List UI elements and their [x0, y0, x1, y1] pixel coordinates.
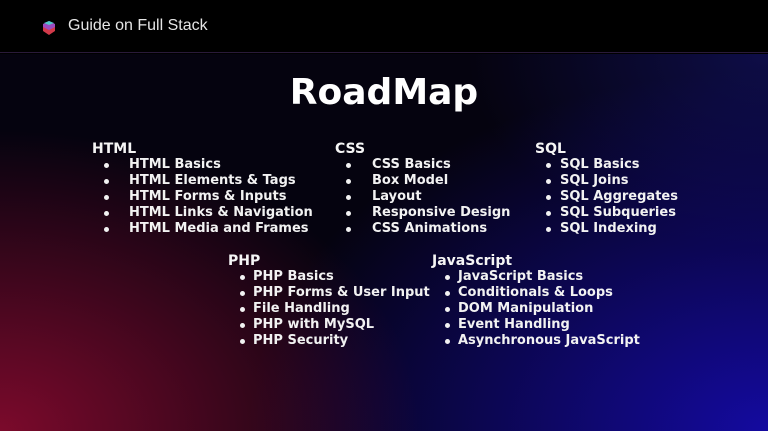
- section-heading: SQL: [535, 141, 566, 157]
- topic-label: Event Handling: [458, 317, 570, 332]
- bullet-icon: [240, 291, 245, 296]
- bullet-icon: [104, 227, 109, 232]
- topic-label: SQL Subqueries: [560, 205, 676, 220]
- section-heading: HTML: [92, 141, 137, 157]
- bullet-icon: [346, 163, 351, 168]
- topic-label: Box Model: [372, 173, 449, 188]
- list-item: SQL Basics: [535, 157, 678, 173]
- list-item: SQL Joins: [535, 173, 678, 189]
- list-item: PHP with MySQL: [228, 317, 430, 333]
- topic-label: File Handling: [253, 301, 350, 316]
- stacked-layers-logo-icon: [43, 21, 55, 35]
- topic-label: PHP Basics: [253, 269, 334, 284]
- list-item: HTML Media and Frames: [92, 221, 313, 237]
- topic-label: HTML Media and Frames: [129, 221, 309, 236]
- topic-label: SQL Indexing: [560, 221, 657, 236]
- bullet-icon: [346, 211, 351, 216]
- list-item: Event Handling: [432, 317, 640, 333]
- list-item: PHP Basics: [228, 269, 430, 285]
- bullet-icon: [104, 179, 109, 184]
- topic-label: CSS Basics: [372, 157, 451, 172]
- roadmap-section-sql: SQL SQL Basics SQL Joins SQL Aggregates SQL …: [535, 141, 678, 237]
- topic-label: Layout: [372, 189, 422, 204]
- list-item: File Handling: [228, 301, 430, 317]
- bullet-icon: [445, 323, 450, 328]
- bullet-icon: [546, 179, 551, 184]
- roadmap-section-html: HTML HTML Basics HTML Elements & Tags HTML …: [92, 141, 313, 237]
- topic-label: DOM Manipulation: [458, 301, 594, 316]
- section-heading: JavaScript: [432, 253, 513, 269]
- bullet-icon: [346, 179, 351, 184]
- bullet-icon: [445, 275, 450, 280]
- list-item: HTML Forms & Inputs: [92, 189, 313, 205]
- bullet-icon: [445, 339, 450, 344]
- roadmap-section-javascript: JavaScript JavaScript Basics Conditionals …: [432, 253, 640, 349]
- list-item: JavaScript Basics: [432, 269, 640, 285]
- topic-label: JavaScript Basics: [458, 269, 584, 284]
- bullet-icon: [104, 195, 109, 200]
- bullet-icon: [240, 339, 245, 344]
- topic-label: SQL Basics: [560, 157, 640, 172]
- bullet-icon: [445, 291, 450, 296]
- topic-label: PHP with MySQL: [253, 317, 375, 332]
- topic-label: Asynchronous JavaScript: [458, 333, 640, 348]
- topic-label: Conditionals & Loops: [458, 285, 613, 300]
- section-heading: PHP: [228, 253, 261, 269]
- section-heading: CSS: [335, 141, 366, 157]
- list-item: PHP Security: [228, 333, 430, 349]
- list-item: SQL Indexing: [535, 221, 678, 237]
- bullet-icon: [240, 323, 245, 328]
- list-item: HTML Links & Navigation: [92, 205, 313, 221]
- topic-label: PHP Forms & User Input: [253, 285, 430, 300]
- topic-label: HTML Basics: [129, 157, 221, 172]
- topic-label: PHP Security: [253, 333, 349, 348]
- list-item: CSS Basics: [335, 157, 510, 173]
- list-item: Responsive Design: [335, 205, 510, 221]
- topic-list: HTML Basics HTML Elements & Tags HTML Form…: [92, 157, 313, 237]
- list-item: HTML Elements & Tags: [92, 173, 313, 189]
- bullet-icon: [240, 307, 245, 312]
- topic-list: CSS Basics Box Model Layout Responsive Desi…: [335, 157, 510, 237]
- topic-label: SQL Aggregates: [560, 189, 678, 204]
- list-item: Layout: [335, 189, 510, 205]
- app-title: Guide on Full Stack: [68, 17, 208, 34]
- bullet-icon: [346, 227, 351, 232]
- topic-list: PHP Basics PHP Forms & User Input File Han…: [228, 269, 430, 349]
- bullet-icon: [546, 195, 551, 200]
- bullet-icon: [240, 275, 245, 280]
- topic-label: HTML Links & Navigation: [129, 205, 313, 220]
- bullet-icon: [104, 211, 109, 216]
- topic-label: HTML Forms & Inputs: [129, 189, 287, 204]
- list-item: DOM Manipulation: [432, 301, 640, 317]
- list-item: SQL Aggregates: [535, 189, 678, 205]
- roadmap-section-php: PHP PHP Basics PHP Forms & User Input File …: [228, 253, 430, 349]
- topic-label: HTML Elements & Tags: [129, 173, 296, 188]
- topic-list: JavaScript Basics Conditionals & Loops DOM…: [432, 269, 640, 349]
- list-item: CSS Animations: [335, 221, 510, 237]
- topic-label: SQL Joins: [560, 173, 629, 188]
- bullet-icon: [546, 211, 551, 216]
- top-bar: Guide on Full Stack: [0, 0, 768, 53]
- topic-label: Responsive Design: [372, 205, 511, 220]
- bullet-icon: [346, 195, 351, 200]
- topic-list: SQL Basics SQL Joins SQL Aggregates SQL Sub…: [535, 157, 678, 237]
- list-item: PHP Forms & User Input: [228, 285, 430, 301]
- list-item: SQL Subqueries: [535, 205, 678, 221]
- list-item: Asynchronous JavaScript: [432, 333, 640, 349]
- list-item: Conditionals & Loops: [432, 285, 640, 301]
- page-title: RoadMap: [289, 72, 479, 113]
- topic-label: CSS Animations: [372, 221, 488, 236]
- roadmap-section-css: CSS CSS Basics Box Model Layout Responsive D…: [335, 141, 510, 237]
- bullet-icon: [546, 227, 551, 232]
- bullet-icon: [546, 163, 551, 168]
- bullet-icon: [104, 163, 109, 168]
- list-item: Box Model: [335, 173, 510, 189]
- bullet-icon: [445, 307, 450, 312]
- list-item: HTML Basics: [92, 157, 313, 173]
